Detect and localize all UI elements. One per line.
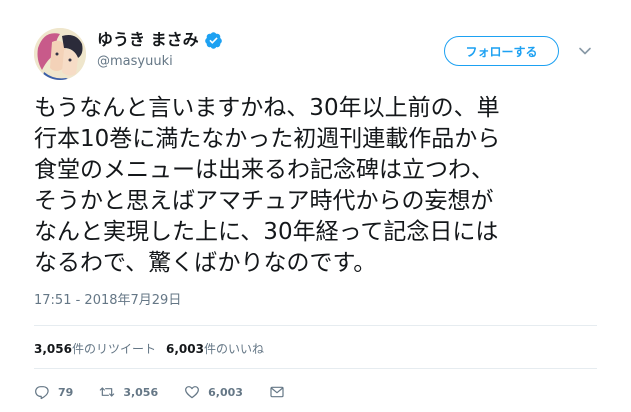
like-icon [185,386,200,399]
tweet-text-line: もうなんと言いますかね、30年以上前の、単 [34,95,500,121]
retweets-stat-count: 3,056 [34,342,72,356]
retweets-stat[interactable]: 3,056 件のリツイート [34,342,156,356]
message-icon [270,386,284,398]
user-handle[interactable]: @masyuuki [97,54,173,70]
divider [34,368,597,369]
display-name-text[interactable]: ゆうき まさみ [97,30,199,50]
tweet-text-line: なんと実現した上に、30年経って記念日には [34,219,499,245]
tweet-text: もうなんと言いますかね、30年以上前の、単 行本10巻に満たなかった初週刊連載作… [34,93,594,279]
tweet-text-line: なるわで、驚くばかりなのです。 [34,250,377,276]
verified-badge-icon [204,31,222,49]
like-count: 6,003 [208,385,243,399]
tweet-text-line: そうかと思えばアマチュア時代からの妄想が [34,188,494,214]
direct-message-button[interactable] [269,384,293,400]
reply-icon [35,386,49,400]
tweet-actions: 79 3,056 6,003 [34,382,319,402]
like-button[interactable]: 6,003 [184,384,243,400]
avatar[interactable] [34,28,86,80]
tweet-text-line: 食堂のメニューは出来るわ記念碑は立つわ、 [34,157,494,183]
tweet-text-line: 行本10巻に満たなかった初週刊連載作品から [34,126,501,152]
tweet-stats: 3,056 件のリツイート 6,003 件のいいね [34,342,264,356]
divider [34,325,597,326]
retweet-icon [100,387,115,397]
retweet-count: 3,056 [123,385,159,399]
follow-button[interactable]: フォローする [444,36,559,66]
reply-button[interactable]: 79 [34,384,73,400]
tweet-timestamp[interactable]: 17:51 - 2018年7月29日 [34,293,181,309]
display-name[interactable]: ゆうき まさみ [97,30,223,50]
likes-stat[interactable]: 6,003 件のいいね [166,342,264,356]
chevron-down-icon[interactable] [578,44,592,58]
retweet-button[interactable]: 3,056 [99,384,158,400]
retweets-stat-label: 件のリツイート [71,342,156,356]
likes-stat-label: 件のいいね [203,342,264,356]
likes-stat-count: 6,003 [165,342,204,356]
tweet-card: ゆうき まさみ @masyuuki フォローする もうなんと言いますかね、30年… [0,0,631,412]
reply-count: 79 [58,385,74,399]
